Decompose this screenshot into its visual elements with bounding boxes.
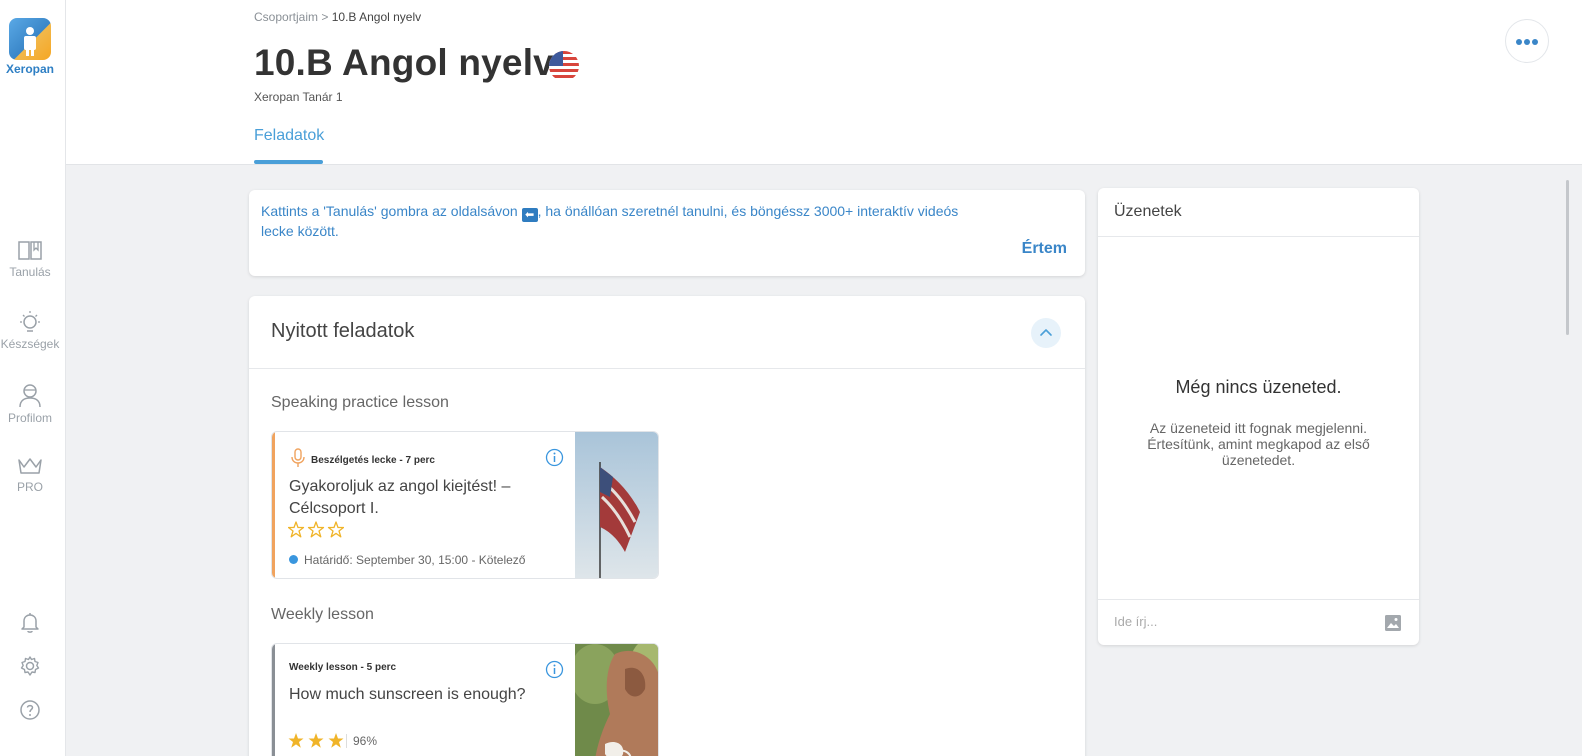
card-accent [272, 644, 275, 756]
sidebar-item-label: Tanulás [9, 265, 51, 279]
lightbulb-icon [20, 311, 40, 332]
sidebar-item-label: PRO [16, 480, 43, 494]
sidebar-item-pro[interactable]: PRO [0, 455, 60, 494]
lesson-type-label: Beszélgetés lecke - 7 perc [311, 455, 435, 466]
divider [1098, 236, 1419, 237]
arrow-left-icon: ⬅ [521, 208, 538, 222]
microphone-icon [291, 448, 305, 467]
card-accent [272, 432, 275, 578]
help-icon[interactable] [18, 698, 42, 722]
lesson-card[interactable]: Beszélgetés lecke - 7 perc Gyakoroljuk a… [271, 431, 659, 579]
score: 96% [346, 734, 377, 748]
status-dot [289, 555, 298, 564]
xeropan-logo[interactable] [9, 18, 51, 60]
breadcrumb-parent-link[interactable]: Csoportjaim [254, 10, 318, 24]
sidebar-item-tanulas[interactable]: Tanulás [0, 238, 60, 279]
teacher-name: Xeropan Tanár 1 [254, 90, 343, 104]
dot-icon [1524, 39, 1530, 45]
lesson-thumbnail-sunscreen [575, 644, 658, 756]
sidebar-item-label: Készségek [0, 337, 60, 351]
breadcrumb-separator: > [321, 10, 329, 24]
breadcrumb-current: 10.B Angol nyelv [331, 10, 422, 24]
tab-feladatok[interactable]: Feladatok [254, 127, 324, 145]
page-scrollbar[interactable] [1566, 180, 1569, 335]
more-options-button[interactable] [1505, 19, 1549, 63]
empty-state-text: Az üzeneteid itt fognak megjelenni. Érte… [1147, 420, 1370, 468]
lesson-card[interactable]: Weekly lesson - 5 perc How much sunscree… [271, 643, 659, 756]
sidebar-item-keszsegek[interactable]: Készségek [0, 310, 60, 351]
message-input[interactable]: Ide írj... [1114, 614, 1157, 629]
us-flag-icon [549, 51, 579, 81]
sidebar-item-label: Profilom [7, 411, 52, 425]
logo-text: Xeropan [5, 62, 54, 76]
book-icon [18, 241, 42, 260]
empty-state-title: Még nincs üzeneted. [1175, 377, 1342, 397]
open-tasks-panel: Nyitott feladatok Speaking practice less… [249, 296, 1085, 756]
divider [249, 368, 1085, 369]
messages-title: Üzenetek [1114, 203, 1182, 220]
page-header: Csoportjaim > 10.B Angol nyelv 10.B Ango… [66, 0, 1582, 165]
dismiss-banner-button[interactable]: Értem [1022, 240, 1067, 258]
info-icon[interactable] [545, 448, 564, 467]
banner-text: Kattints a 'Tanulás' gombra az oldalsávo… [261, 202, 971, 240]
star-rating: 96% [288, 732, 408, 750]
section-label-weekly: Weekly lesson [271, 606, 374, 623]
lesson-thumbnail-flag [575, 432, 658, 578]
chevron-up-icon [1040, 329, 1052, 336]
info-icon[interactable] [545, 660, 564, 679]
messages-panel: Üzenetek Még nincs üzeneted. Az üzenetei… [1098, 188, 1419, 645]
lesson-type: Weekly lesson - 5 perc [289, 662, 396, 673]
logo-figure-icon [24, 27, 36, 56]
sidebar-item-profilom[interactable]: Profilom [0, 382, 60, 425]
divider [1098, 599, 1419, 600]
bell-icon[interactable] [18, 610, 42, 634]
filled-stars-icon [288, 733, 344, 748]
lesson-type-label: Weekly lesson - 5 perc [289, 662, 397, 673]
crown-icon [18, 458, 42, 474]
active-tab-indicator [254, 160, 323, 164]
lesson-type: Beszélgetés lecke - 7 perc [289, 448, 435, 468]
gear-icon[interactable] [18, 654, 42, 678]
lesson-title: Gyakoroljuk az angol kiejtést! – Célcsop… [289, 478, 511, 517]
breadcrumb: Csoportjaim > 10.B Angol nyelv [254, 10, 421, 24]
empty-stars-icon [287, 521, 345, 538]
deadline-text: Határidő: September 30, 15:00 - Kötelező [304, 553, 526, 567]
dot-icon [1532, 39, 1538, 45]
image-upload-icon[interactable] [1384, 614, 1402, 632]
user-icon [19, 384, 41, 408]
collapse-button[interactable] [1031, 318, 1061, 348]
page-title: 10.B Angol nyelv [254, 42, 554, 83]
section-label-speaking: Speaking practice lesson [271, 394, 449, 411]
star-rating [287, 521, 345, 544]
deadline: Határidő: September 30, 15:00 - Kötelező [289, 553, 525, 567]
sidebar: Xeropan Tanulás Készségek Profilom PRO [0, 0, 66, 756]
open-tasks-title: Nyitott feladatok [271, 320, 415, 342]
banner-text-start: Kattints a 'Tanulás' gombra az oldalsávo… [261, 203, 518, 219]
lesson-title: How much sunscreen is enough? [289, 686, 526, 703]
dot-icon [1516, 39, 1522, 45]
info-banner: Kattints a 'Tanulás' gombra az oldalsávo… [249, 190, 1085, 276]
